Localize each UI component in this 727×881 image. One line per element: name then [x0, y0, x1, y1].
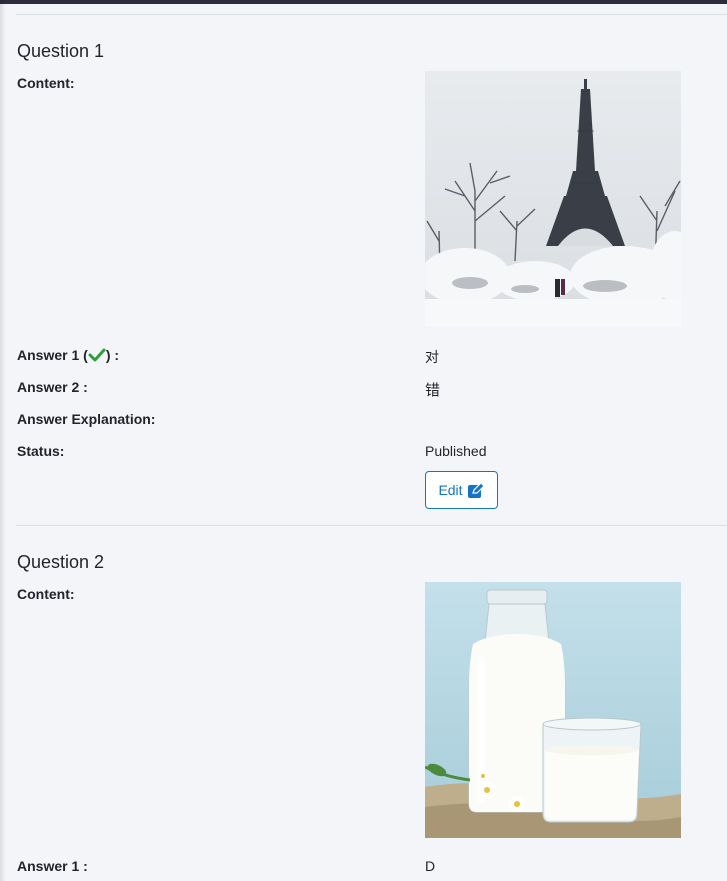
check-icon [88, 348, 106, 362]
edit-button-label: Edit [438, 482, 463, 498]
question-1-image [425, 71, 681, 327]
question-1-status-label: Status: [17, 443, 65, 459]
question-2-answer-1-label: Answer 1 : [17, 858, 88, 874]
question-1-explanation-label: Answer Explanation: [17, 411, 156, 427]
divider [16, 525, 727, 526]
question-2-content-label: Content: [17, 586, 75, 602]
question-1-status-value: Published [425, 443, 487, 459]
question-1-answer-2-label: Answer 2 : [17, 379, 88, 395]
question-1-answer-1-label: Answer 1 () : [17, 347, 120, 363]
question-2-title: Question 2 [17, 552, 105, 572]
edit-icon [467, 481, 485, 498]
question-1-answer-1-value: 对 [425, 349, 439, 365]
question-2-image [425, 582, 681, 838]
question-1-answer-2-value: 错 [425, 382, 441, 399]
top-bar [0, 0, 727, 4]
edit-button[interactable]: Edit [425, 471, 498, 509]
question-1-title: Question 1 [17, 41, 105, 61]
question-1-content-label: Content: [17, 75, 75, 91]
sidebar-shadow [0, 0, 6, 881]
question-2-answer-1-value: D [425, 858, 436, 874]
divider [16, 14, 727, 15]
